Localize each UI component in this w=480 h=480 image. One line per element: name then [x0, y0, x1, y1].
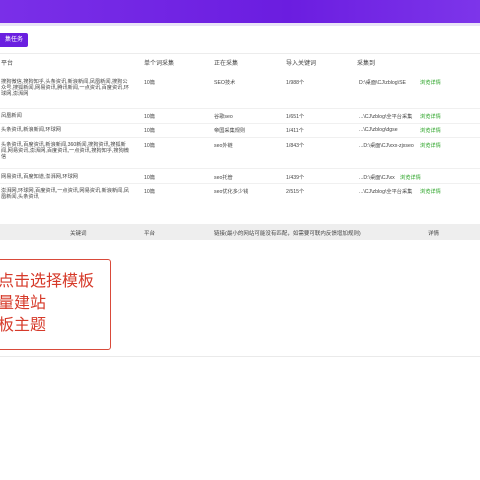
header-imported-keywords: 导入关键词: [286, 61, 317, 67]
row-imported-count: 1/411个: [286, 128, 304, 134]
row-single-count: 10篇: [144, 143, 155, 149]
header-platform: 平台: [1, 61, 14, 67]
row-target-path: D:\桌面\CJ\zblog\SE: [359, 80, 406, 86]
row-target-path: ...D:\桌面\CJ\xx: [359, 175, 395, 181]
row-detail-link[interactable]: 浏览详情: [420, 79, 441, 86]
row-target-path: ...\CJ\zblog\全平台采集: [359, 189, 413, 195]
row-current-keyword: 谷歌seo: [214, 114, 233, 120]
row-divider: [0, 137, 480, 138]
annotation-line-1: 点击选择模板: [0, 271, 95, 290]
row-target-path: ...\CJ\zblog\全平台采集: [359, 114, 413, 120]
row-platforms: 搜狗微信,搜狗知乎,头条资讯,新浪新闻,凤凰新闻,搜狗公众号,搜狐新闻,网易资讯…: [1, 79, 129, 98]
task-table-header: 平台 单个词采集 正在采集 导入关键词 采集到: [0, 54, 480, 69]
header-current-collect: 正在采集: [214, 61, 239, 67]
header-keyword: 关键词: [70, 231, 87, 237]
row-detail-link[interactable]: 浏览详情: [420, 142, 441, 149]
row-platforms: 网易资讯,百度知道,澎湃网,环球网: [1, 174, 78, 180]
row-platforms: 头条资讯,百度资讯,新浪新闻,360新闻,搜狗资讯,搜狐新闻,网易资讯,澎湃网,…: [1, 142, 129, 161]
row-platforms: 头条资讯,新浪新闻,环球网: [1, 127, 61, 133]
result-table-header: 关键词 平台 链接(最小的网站可能没有匹配，如需要可联内反馈增加规则) 详情: [0, 224, 480, 240]
row-detail-link[interactable]: 浏览详情: [400, 174, 421, 181]
row-current-keyword: seo外链: [214, 143, 233, 149]
row-current-keyword: seo优化多少钱: [214, 189, 249, 195]
row-detail-link[interactable]: 浏览详情: [420, 188, 441, 195]
row-single-count: 10篇: [144, 128, 155, 134]
header-link: 链接(最小的网站可能没有匹配，如需要可联内反馈增加规则): [214, 231, 361, 237]
row-current-keyword: 帝国采集规则: [214, 128, 246, 134]
row-detail-link[interactable]: 浏览详情: [420, 127, 441, 134]
row-detail-link[interactable]: 浏览详情: [420, 113, 441, 120]
row-imported-count: 1/843个: [286, 143, 305, 149]
header-detail: 详情: [428, 231, 440, 237]
header-divider: [0, 23, 480, 26]
row-target-path: ...\CJ\zblog\dgse: [359, 127, 398, 133]
row-divider: [0, 168, 480, 169]
header-single-collect: 单个词采集: [144, 61, 175, 67]
row-current-keyword: seo托管: [214, 175, 233, 181]
header-platform2: 平台: [144, 231, 156, 237]
header-collect-to: 采集到: [357, 61, 376, 67]
row-platforms: 澎湃网,环球网,百度资讯,一点资讯,网易资讯,新浪新闻,凤凰新闻,头条资讯: [1, 188, 129, 201]
row-divider: [0, 123, 480, 124]
row-imported-count: 1/988个: [286, 80, 305, 86]
annotation-line-2: 量建站: [0, 293, 47, 312]
row-platforms: 凤凰新闻: [1, 113, 22, 119]
row-single-count: 10篇: [144, 114, 155, 120]
row-divider: [0, 108, 480, 109]
row-current-keyword: SEO技术: [214, 80, 236, 86]
annotation-line-3: 板主题: [0, 315, 47, 334]
row-imported-count: 1/439个: [286, 175, 305, 181]
row-single-count: 10篇: [144, 189, 155, 195]
row-divider: [0, 183, 480, 184]
content-bottom-divider: [0, 356, 480, 357]
row-imported-count: 1/651个: [286, 114, 305, 120]
row-target-path: ...D:\桌面\CJ\xxx-zjxseo: [359, 143, 414, 149]
row-single-count: 10篇: [144, 80, 155, 86]
row-single-count: 10篇: [144, 175, 155, 181]
collect-task-button[interactable]: 集任务: [0, 33, 28, 47]
top-header-bar: [0, 0, 480, 23]
row-imported-count: 2/515个: [286, 189, 305, 195]
